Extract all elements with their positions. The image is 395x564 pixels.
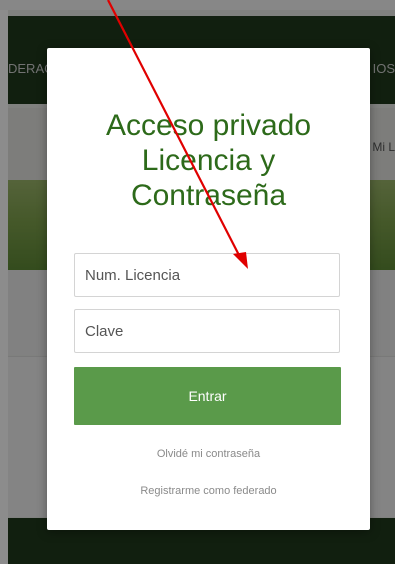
title-line: Licencia y xyxy=(141,144,276,177)
login-modal: Acceso privado Licencia y Contraseña Ent… xyxy=(47,48,370,530)
register-link[interactable]: Registrarme como federado xyxy=(47,485,370,497)
modal-title: Acceso privado Licencia y Contraseña xyxy=(47,108,370,213)
password-input[interactable] xyxy=(74,309,340,353)
forgot-password-link[interactable]: Olvidé mi contraseña xyxy=(47,448,370,460)
license-number-input[interactable] xyxy=(74,253,340,297)
login-submit-button[interactable]: Entrar xyxy=(74,367,341,425)
title-line: Acceso privado xyxy=(105,109,312,142)
title-line: Contraseña xyxy=(130,179,287,212)
